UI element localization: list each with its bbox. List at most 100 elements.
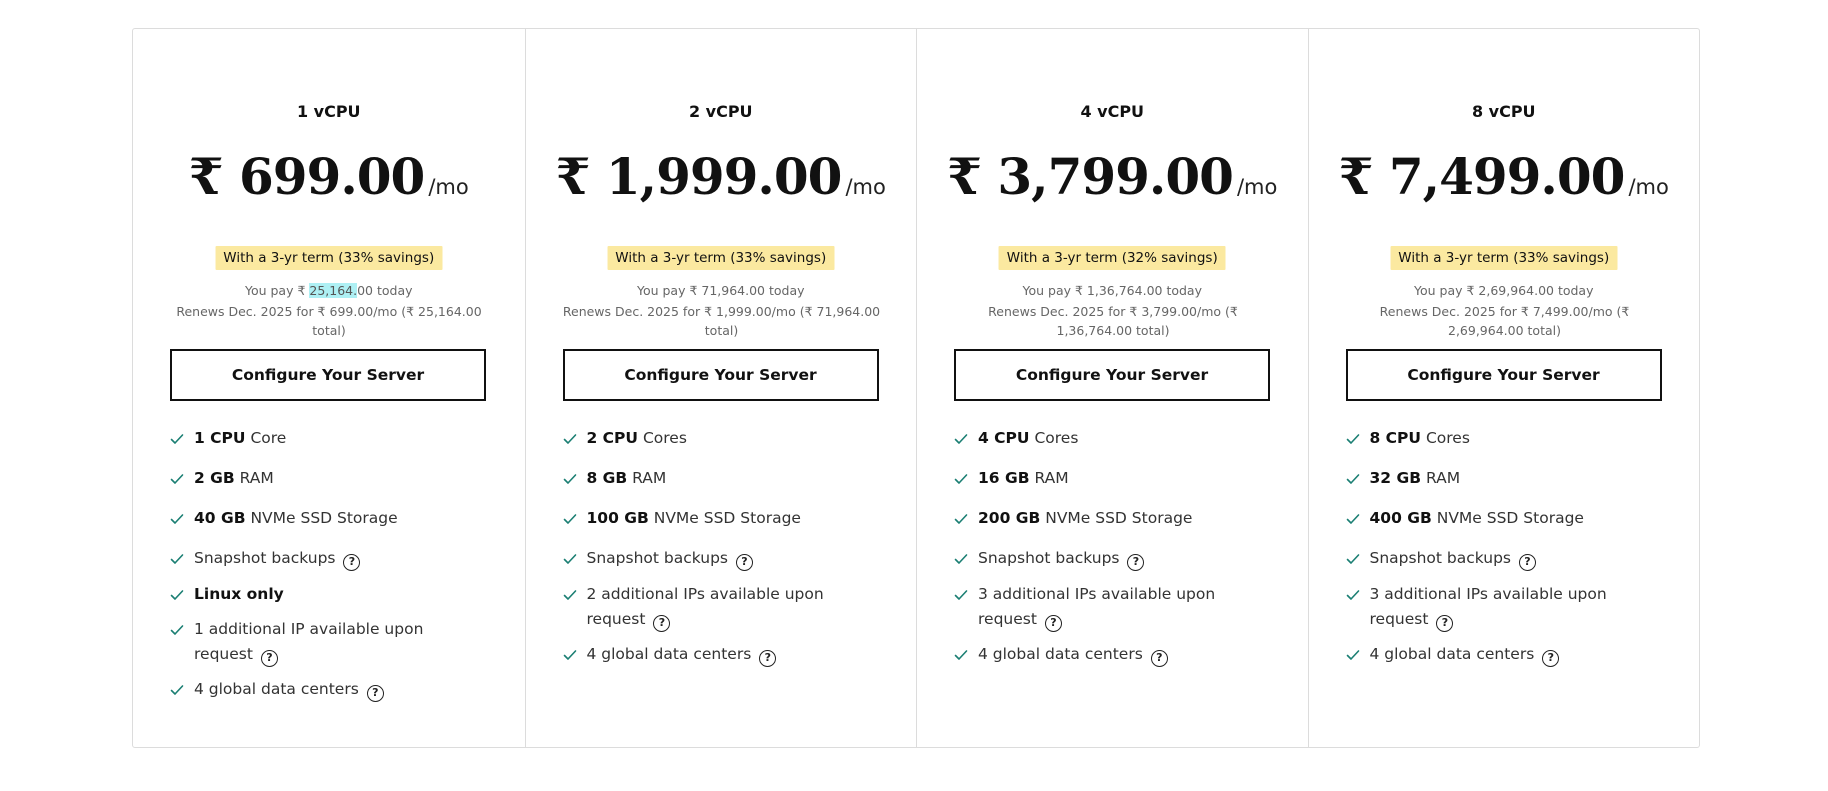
question-circle-icon[interactable]: ? — [1044, 615, 1062, 632]
term-savings-badge: With a 3-yr term (33% savings) — [1390, 246, 1618, 270]
question-circle-icon[interactable]: ? — [1127, 554, 1145, 571]
check-icon — [563, 585, 577, 600]
feature-bold: 16 GB — [978, 469, 1030, 487]
plan-name: 1 vCPU — [296, 102, 361, 121]
feature-text: 4 global data centers — [1369, 645, 1535, 663]
plan-name: 8 vCPU — [1471, 102, 1536, 121]
feature-text: NVMe SSD Storage — [648, 509, 801, 527]
feature-bold: 2 GB — [194, 469, 235, 487]
check-icon — [170, 509, 184, 524]
feature-list: 1 CPU Core 2 GB RAM 40 GB NVMe SSD Stora… — [170, 426, 490, 717]
price-row: ₹ 699.00/mo — [133, 147, 525, 206]
check-icon — [954, 549, 968, 564]
feature-storage: 40 GB NVMe SSD Storage — [170, 506, 490, 531]
feature-text: 4 global data centers — [586, 645, 752, 663]
feature-text: 4 global data centers — [978, 645, 1143, 663]
price-period: /mo — [845, 175, 886, 199]
check-icon — [563, 429, 577, 444]
feature-text: 3 additional IPs available upon request — [1369, 585, 1607, 628]
feature-list: 8 CPU Cores 32 GB RAM 400 GB NVMe SSD St… — [1346, 426, 1666, 682]
feature-text: Cores — [1421, 429, 1470, 447]
price-period: /mo — [428, 175, 469, 199]
feature-ips: 1 additional IP available upon request? — [170, 617, 490, 667]
configure-server-button[interactable]: Configure Your Server — [170, 349, 486, 401]
question-circle-icon[interactable]: ? — [1436, 615, 1454, 632]
feature-cpu: 4 CPU Cores — [954, 426, 1274, 451]
feature-text: 1 additional IP available upon request — [194, 620, 424, 663]
check-icon — [563, 509, 577, 524]
plan-card-2-vcpu: 2 vCPU ₹ 1,999.00/mo With a 3-yr term (3… — [524, 29, 917, 747]
question-circle-icon[interactable]: ? — [653, 615, 671, 632]
feature-os: Linux only — [170, 582, 490, 607]
question-circle-icon[interactable]: ? — [1542, 650, 1560, 667]
pay-today-suffix: 00 today — [357, 283, 413, 298]
question-circle-icon[interactable]: ? — [1518, 554, 1536, 571]
check-icon — [1346, 645, 1360, 660]
feature-text: Cores — [638, 429, 687, 447]
feature-text: 4 global data centers — [194, 680, 359, 698]
plan-name: 4 vCPU — [1080, 102, 1145, 121]
check-icon — [170, 469, 184, 484]
renewal-text: Renews Dec. 2025 for ₹ 699.00/mo (₹ 25,1… — [176, 304, 482, 338]
feature-bold: 8 GB — [586, 469, 628, 487]
question-circle-icon[interactable]: ? — [343, 554, 361, 571]
check-icon — [954, 429, 968, 444]
price-period: /mo — [1236, 175, 1278, 199]
check-icon — [563, 645, 577, 660]
configure-server-button[interactable]: Configure Your Server — [562, 349, 879, 401]
feature-text: Snapshot backups — [586, 549, 728, 567]
question-circle-icon[interactable]: ? — [260, 650, 278, 667]
plan-price: ₹ 1,999.00 — [555, 147, 843, 206]
feature-cpu: 1 CPU Core — [170, 426, 490, 451]
feature-bold: 4 CPU — [978, 429, 1030, 447]
check-icon — [170, 680, 184, 695]
pay-today-text: You pay ₹ 2,69,964.00 today — [1414, 283, 1594, 298]
check-icon — [1346, 549, 1360, 564]
feature-text: 2 additional IPs available upon request — [586, 585, 824, 628]
check-icon — [954, 585, 968, 600]
feature-text: RAM — [627, 469, 667, 487]
feature-text: Snapshot backups — [978, 549, 1120, 567]
feature-storage: 200 GB NVMe SSD Storage — [954, 506, 1274, 531]
feature-list: 2 CPU Cores 8 GB RAM 100 GB NVMe SSD Sto… — [563, 426, 883, 682]
feature-snapshot: Snapshot backups? — [170, 546, 490, 571]
feature-datacenters: 4 global data centers? — [563, 642, 883, 667]
feature-text: Snapshot backups — [194, 549, 336, 567]
configure-server-button[interactable]: Configure Your Server — [1345, 349, 1662, 401]
feature-text-wrap: 3 additional IPs available upon request? — [1370, 582, 1610, 632]
check-icon — [170, 429, 184, 444]
feature-text-wrap: 1 additional IP available upon request? — [194, 617, 434, 667]
feature-text-wrap: 2 additional IPs available upon request? — [587, 582, 827, 632]
feature-text: Cores — [1029, 429, 1079, 447]
feature-ram: 16 GB RAM — [954, 466, 1274, 491]
feature-text: RAM — [1029, 469, 1069, 487]
renewal-text: Renews Dec. 2025 for ₹ 1,999.00/mo (₹ 71… — [562, 304, 881, 338]
feature-storage: 100 GB NVMe SSD Storage — [563, 506, 883, 531]
check-icon — [1346, 469, 1360, 484]
check-icon — [1346, 429, 1360, 444]
feature-list: 4 CPU Cores 16 GB RAM 200 GB NVMe SSD St… — [954, 426, 1274, 682]
check-icon — [1346, 509, 1360, 524]
feature-bold: 32 GB — [1369, 469, 1422, 487]
feature-bold: 200 GB — [978, 509, 1041, 527]
feature-bold: 400 GB — [1369, 509, 1432, 527]
feature-ram: 8 GB RAM — [563, 466, 883, 491]
question-circle-icon[interactable]: ? — [759, 650, 777, 667]
term-savings-badge: With a 3-yr term (33% savings) — [607, 246, 835, 270]
feature-datacenters: 4 global data centers? — [954, 642, 1274, 667]
question-circle-icon[interactable]: ? — [1150, 650, 1168, 667]
check-icon — [1346, 585, 1360, 600]
check-icon — [954, 509, 968, 524]
feature-bold: 100 GB — [586, 509, 649, 527]
check-icon — [954, 469, 968, 484]
check-icon — [170, 585, 184, 600]
feature-bold: 2 CPU — [586, 429, 639, 447]
feature-storage: 400 GB NVMe SSD Storage — [1346, 506, 1666, 531]
question-circle-icon[interactable]: ? — [366, 685, 384, 702]
pay-today-text: You pay ₹ 25,164.00 today — [133, 283, 525, 298]
feature-snapshot: Snapshot backups? — [1346, 546, 1666, 571]
check-icon — [563, 549, 577, 564]
feature-text: RAM — [234, 469, 274, 487]
question-circle-icon[interactable]: ? — [735, 554, 753, 571]
configure-server-button[interactable]: Configure Your Server — [954, 349, 1270, 401]
